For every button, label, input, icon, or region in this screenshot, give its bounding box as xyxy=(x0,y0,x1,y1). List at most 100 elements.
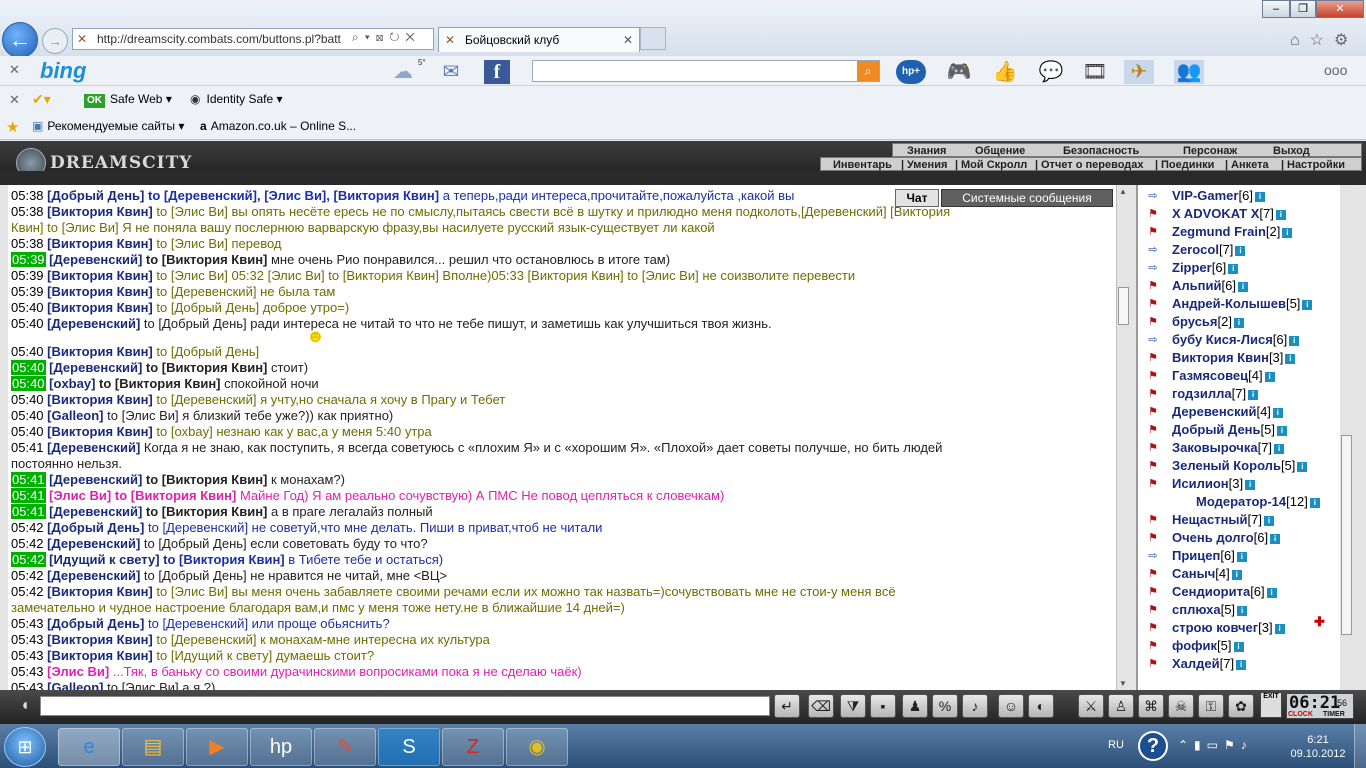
user-info-icon[interactable]: i xyxy=(1254,192,1265,202)
user-status-icon[interactable]: ⚑ xyxy=(1144,423,1162,437)
user-list-item[interactable]: ⚑ Добрый День[5] i xyxy=(1140,421,1350,439)
user-name[interactable]: Зеленый Король[5] i xyxy=(1172,458,1308,474)
user-info-icon[interactable]: i xyxy=(1237,606,1248,616)
safe-web-button[interactable]: OK Safe Web ▾ xyxy=(84,92,172,108)
message-time[interactable]: 05:43 xyxy=(11,632,44,647)
user-info-icon[interactable]: i xyxy=(1285,354,1296,364)
user-info-icon[interactable]: i xyxy=(1270,534,1281,544)
user-name[interactable]: Виктория Квин[3] i xyxy=(1172,350,1296,366)
user-nick[interactable]: X ADVOKAT X xyxy=(1172,206,1259,221)
clear-eraser-icon[interactable]: ⌫ xyxy=(808,694,834,718)
user-status-icon[interactable]: ⚑ xyxy=(1144,657,1162,671)
person-icon[interactable]: ♟ xyxy=(902,694,928,718)
user-name[interactable]: Деревенский[4] i xyxy=(1172,404,1283,420)
user-name[interactable]: Zipper[6] i xyxy=(1172,260,1239,276)
message-time[interactable]: 05:38 xyxy=(11,236,44,251)
user-list-scrollbar[interactable] xyxy=(1340,185,1354,690)
user-name[interactable]: Заковырочка[7] i xyxy=(1172,440,1285,456)
mail-icon[interactable]: ✉ xyxy=(436,60,466,84)
user-name[interactable]: строю ковчег[3] i xyxy=(1172,620,1285,636)
user-nick[interactable]: Деревенский xyxy=(1172,404,1256,419)
menu-znaniya[interactable]: Знания xyxy=(907,145,946,157)
user-status-icon[interactable]: ⚑ xyxy=(1144,225,1162,239)
menu-obshchenie[interactable]: Общение xyxy=(975,145,1025,157)
message-time[interactable]: 05:42 xyxy=(11,520,44,535)
user-name[interactable]: сплюха[5] i xyxy=(1172,602,1248,618)
user-status-icon[interactable]: ⚑ xyxy=(1144,315,1162,329)
user-nick[interactable]: Нещастный xyxy=(1172,512,1248,527)
menu-inventar[interactable]: Инвентарь xyxy=(833,159,892,171)
user-status-icon[interactable]: ⚑ xyxy=(1144,351,1162,365)
user-info-icon[interactable]: i xyxy=(1235,246,1246,256)
user-status-icon[interactable]: ⚑ xyxy=(1144,387,1162,401)
user-info-icon[interactable]: i xyxy=(1236,660,1247,670)
message-time[interactable]: 05:39 xyxy=(11,268,44,283)
message-nick[interactable]: [Деревенский] xyxy=(47,536,140,551)
paw-icon[interactable]: ✿ xyxy=(1228,694,1254,718)
message-nick[interactable]: [Виктория Квин] xyxy=(47,392,153,407)
user-info-icon[interactable]: i xyxy=(1297,462,1308,472)
search-icon[interactable]: ⌕ xyxy=(857,61,879,81)
amazon-link[interactable]: a Amazon.co.uk – Online S... xyxy=(200,119,356,133)
hp-plus-icon[interactable]: hp+ xyxy=(896,60,926,84)
message-nick[interactable]: [Добрый День] xyxy=(47,520,144,535)
tray-icons[interactable]: ⌃▮▭⚑♪ xyxy=(1178,738,1253,752)
user-info-icon[interactable]: i xyxy=(1302,300,1313,310)
message-time[interactable]: 05:41 xyxy=(11,472,46,487)
sound-icon[interactable]: ♪ xyxy=(962,694,988,718)
message-nick[interactable]: [Деревенский] xyxy=(47,316,140,331)
user-list-item[interactable]: ⚑ Виктория Квин[3] i xyxy=(1140,349,1350,367)
message-nick[interactable]: [Виктория Квин] xyxy=(47,648,153,663)
message-time[interactable]: 05:40 xyxy=(11,392,44,407)
user-nick[interactable]: Zerocol xyxy=(1172,242,1219,257)
message-time[interactable]: 05:40 xyxy=(11,300,44,315)
user-list-item[interactable]: ⚑ Газмясовец[4] i xyxy=(1140,367,1350,385)
user-info-icon[interactable]: i xyxy=(1264,372,1275,382)
message-time[interactable]: 05:43 xyxy=(11,680,44,690)
show-desktop-button[interactable] xyxy=(1354,724,1366,768)
user-info-icon[interactable]: i xyxy=(1272,408,1283,418)
like-icon[interactable]: 👍 xyxy=(990,60,1020,84)
clock-label[interactable]: CLOCK xyxy=(1288,711,1313,718)
identity-safe-button[interactable]: ◉ Identity Safe ▾ xyxy=(190,92,283,106)
user-status-icon[interactable]: ⚑ xyxy=(1144,621,1162,635)
video-icon[interactable]: 🎞 xyxy=(1080,60,1110,84)
tab-chat[interactable]: Чат xyxy=(895,189,939,207)
message-nick[interactable]: [Деревенский] xyxy=(49,360,142,375)
user-name[interactable]: бубу Кися-Лися[6] i xyxy=(1172,332,1300,348)
user-nick[interactable]: Зеленый Король xyxy=(1172,458,1281,473)
user-nick[interactable]: Газмясовец xyxy=(1172,368,1248,383)
message-nick[interactable]: [Деревенский] xyxy=(49,472,142,487)
user-name[interactable]: брусья[2] i xyxy=(1172,314,1244,330)
menu-personazh[interactable]: Персонаж xyxy=(1183,145,1237,157)
chat-icon[interactable]: 💬 xyxy=(1036,60,1066,84)
bing-search-input[interactable]: ⌕ xyxy=(532,60,880,82)
user-name[interactable]: Добрый День[5] i xyxy=(1172,422,1287,438)
figure-icon[interactable]: ♙ xyxy=(1108,694,1134,718)
tab-system-messages[interactable]: Системные сообщения xyxy=(941,189,1113,207)
user-list-item[interactable]: ⚑ Деревенский[4] i xyxy=(1140,403,1350,421)
user-list-item[interactable]: ⚑ Халдей[7] i xyxy=(1140,655,1350,673)
message-nick[interactable]: [Виктория Квин] xyxy=(47,632,153,647)
menu-bezopasnost[interactable]: Безопасность xyxy=(1063,145,1139,157)
message-time[interactable]: 05:40 xyxy=(11,376,46,391)
user-info-icon[interactable]: i xyxy=(1277,426,1287,436)
address-bar-buttons[interactable]: ⌕▾⊠↻✕ xyxy=(352,30,421,45)
user-name[interactable]: Zegmund Frain[2] i xyxy=(1172,224,1293,240)
send-enter-icon[interactable]: ↵ xyxy=(774,694,800,718)
user-info-icon[interactable]: i xyxy=(1237,282,1248,292)
user-list-item[interactable]: ⇨ бубу Кися-Лися[6] i xyxy=(1140,331,1350,349)
message-nick[interactable]: [Galleon] xyxy=(47,680,103,690)
user-name[interactable]: Андрей-Колышев[5] i xyxy=(1172,296,1313,312)
message-time[interactable]: 05:42 xyxy=(11,584,44,599)
user-name[interactable]: Zerocol[7] i xyxy=(1172,242,1246,258)
user-status-icon[interactable]: ⚑ xyxy=(1144,297,1162,311)
user-status-icon[interactable]: ⚑ xyxy=(1144,405,1162,419)
message-input[interactable] xyxy=(40,696,770,716)
taskbar-ie-icon[interactable]: e xyxy=(58,728,120,766)
taskbar-game-icon[interactable]: Z xyxy=(442,728,504,766)
user-list-item[interactable]: ⚑ Заковырочка[7] i xyxy=(1140,439,1350,457)
user-nick[interactable]: Модератор-14 xyxy=(1196,494,1286,509)
menu-anketa[interactable]: Анкета xyxy=(1231,159,1269,171)
message-time[interactable]: 05:40 xyxy=(11,360,46,375)
